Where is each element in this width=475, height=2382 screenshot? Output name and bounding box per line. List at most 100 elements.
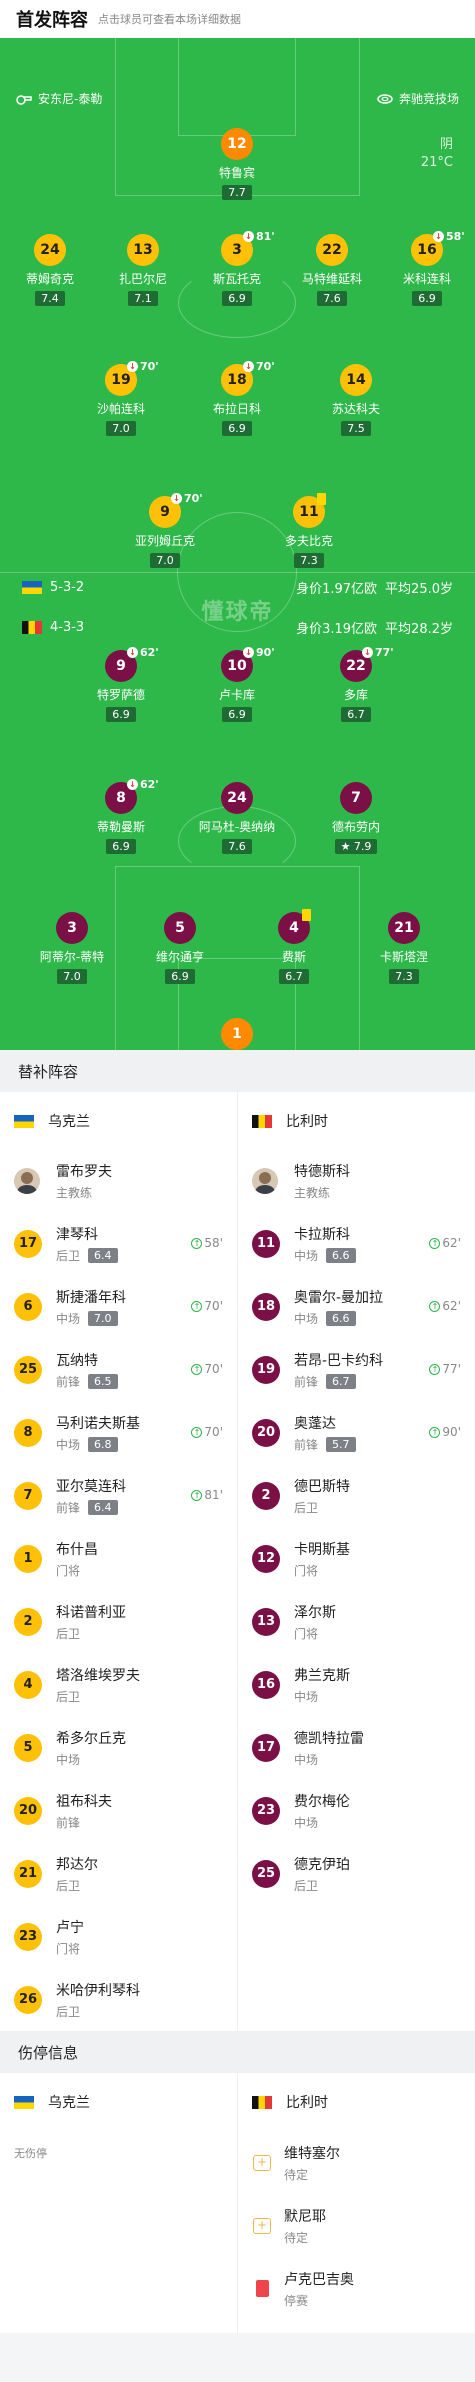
pitch-player[interactable]: 9 ↓ 70' 亚列姆丘克 7.0 bbox=[115, 492, 215, 568]
sub-on-marker: ↑ 62' bbox=[429, 1236, 461, 1250]
sub-position: 中场 bbox=[56, 1311, 81, 1326]
pitch-player[interactable]: 18 ↓ 70' 布拉日科 6.9 bbox=[187, 360, 287, 436]
sub-position: 中场 bbox=[56, 1437, 81, 1452]
sub-list-item[interactable]: 17 德凯特拉雷 中场 bbox=[238, 1716, 475, 1779]
sub-rating: 6.7 bbox=[326, 1373, 356, 1389]
sub-info: 米哈伊利琴科 后卫 bbox=[56, 1980, 140, 2020]
sub-list-item[interactable]: 17 津琴科 后卫 6.4 ↑ 58' bbox=[0, 1212, 237, 1275]
player-name: 卢卡库 bbox=[218, 688, 255, 702]
home-subs-column: 乌克兰 雷布罗夫 主教练 17 津琴科 后卫 6.4 ↑ 58' 6 斯捷潘年科 中场 7.0 ↑ 7… bbox=[0, 1092, 237, 2031]
pitch-player[interactable]: 24 阿马杜-奥纳纳 7.6 bbox=[187, 782, 287, 854]
sub-list-item[interactable]: 4 塔洛维埃罗夫 后卫 bbox=[0, 1653, 237, 1716]
sub-position: 后卫 bbox=[56, 1626, 81, 1641]
pitch-player[interactable]: 5 维尔通亨 6.9 bbox=[130, 912, 230, 984]
sub-off-icon: ↓ bbox=[127, 647, 138, 658]
pitch-player[interactable]: 14 苏达科夫 7.5 bbox=[306, 364, 406, 436]
sub-list-item[interactable]: 12 卡明斯基 门将 bbox=[238, 1527, 475, 1590]
player-name: 特鲁宾 bbox=[218, 166, 255, 180]
pitch-player[interactable]: 16 ↓ 58' 米科连科 6.9 bbox=[377, 230, 475, 306]
pitch-player[interactable]: 9 ↓ 62' 特罗萨德 6.9 bbox=[71, 646, 171, 722]
sub-name: 若昂-巴卡约科 bbox=[294, 1352, 384, 1369]
sub-number: 21 bbox=[14, 1859, 42, 1888]
sub-info: 科诺普利亚 后卫 bbox=[56, 1602, 126, 1642]
sub-list-item[interactable]: 19 若昂-巴卡约科 前锋 6.7 ↑ 77' bbox=[238, 1338, 475, 1401]
injury-info: 维特塞尔 待定 bbox=[284, 2143, 340, 2183]
sub-list-item[interactable]: 20 祖布科夫 前锋 bbox=[0, 1779, 237, 1842]
sub-list-item[interactable]: 25 瓦纳特 前锋 6.5 ↑ 70' bbox=[0, 1338, 237, 1401]
sub-list-item[interactable]: 23 卢宁 门将 bbox=[0, 1905, 237, 1968]
sub-list-item[interactable]: 16 弗兰克斯 中场 bbox=[238, 1653, 475, 1716]
sub-list-item[interactable]: 23 费尔梅伦 中场 bbox=[238, 1779, 475, 1842]
player-rating: 6.7 bbox=[341, 707, 371, 722]
sub-number: 23 bbox=[252, 1796, 280, 1825]
sub-position-row: 后卫 bbox=[294, 1877, 350, 1894]
medical-kit-shape: + bbox=[253, 2217, 271, 2234]
sub-name: 奥蓬达 bbox=[294, 1415, 336, 1432]
pitch-player[interactable]: 21 卡斯塔涅 7.3 bbox=[354, 912, 454, 984]
pitch-player[interactable]: 3 ↓ 81' 斯瓦托克 6.9 bbox=[187, 230, 287, 306]
pitch-player[interactable]: 8 ↓ 62' 蒂勒曼斯 6.9 bbox=[71, 778, 171, 854]
pitch-player[interactable]: 10 ↓ 90' 卢卡库 6.9 bbox=[187, 646, 287, 722]
sub-list-item[interactable]: 13 泽尔斯 门将 bbox=[238, 1590, 475, 1653]
sub-list-item[interactable]: 21 邦达尔 后卫 bbox=[0, 1842, 237, 1905]
pitch-player[interactable]: 11 多夫比克 7.3 bbox=[259, 493, 359, 568]
yellow-card-icon bbox=[302, 909, 311, 921]
pitch-player[interactable]: 4 费斯 6.7 bbox=[244, 909, 344, 984]
sub-list-item[interactable]: 1 布什昌 门将 bbox=[0, 1527, 237, 1590]
sub-list-item[interactable]: 7 亚尔莫连科 前锋 6.4 ↑ 81' bbox=[0, 1464, 237, 1527]
sub-list-item[interactable]: 11 卡拉斯科 中场 6.6 ↑ 62' bbox=[238, 1212, 475, 1275]
sub-position-row: 中场 bbox=[294, 1688, 350, 1705]
player-name: 卡斯塔涅 bbox=[379, 950, 428, 964]
sub-off-icon: ↓ bbox=[243, 647, 254, 658]
pitch-player[interactable]: 7 德布劳内 ★ 7.9 bbox=[306, 782, 406, 854]
pitch-player[interactable]: 1卡斯特尔斯7.6 bbox=[187, 1018, 287, 1050]
sub-info: 希多尔丘克 中场 bbox=[56, 1728, 126, 1768]
belgium-flag-icon bbox=[252, 2095, 272, 2109]
sub-off-minute: 90' bbox=[256, 646, 275, 659]
pitch-player[interactable]: 22 ↓ 77' 多库 6.7 bbox=[306, 646, 406, 722]
sub-position-row: 门将 bbox=[56, 1940, 84, 1957]
sub-info: 德凯特拉雷 中场 bbox=[294, 1728, 364, 1768]
pitch-player[interactable]: 13 扎巴尔尼 7.1 bbox=[93, 234, 193, 306]
red-card-shape bbox=[255, 2280, 269, 2297]
player-number: 9 ↓ 62' bbox=[105, 646, 159, 682]
sub-info: 弗兰克斯 中场 bbox=[294, 1665, 350, 1705]
injury-item[interactable]: 卢克巴吉奥 停赛 bbox=[238, 2257, 475, 2320]
sub-list-item[interactable]: 2 科诺普利亚 后卫 bbox=[0, 1590, 237, 1653]
away-coach[interactable]: 特德斯科 主教练 bbox=[238, 1150, 475, 1212]
sub-list-item[interactable]: 8 马利诺夫斯基 中场 6.8 ↑ 70' bbox=[0, 1401, 237, 1464]
sub-name: 卡拉斯科 bbox=[294, 1226, 350, 1243]
sub-on-icon: ↑ bbox=[191, 1300, 203, 1312]
sub-position-row: 中场 bbox=[294, 1751, 364, 1768]
sub-list-item[interactable]: 5 希多尔丘克 中场 bbox=[0, 1716, 237, 1779]
player-name: 米科连科 bbox=[402, 272, 451, 286]
player-rating: 7.3 bbox=[294, 553, 324, 568]
sub-position-row: 后卫 bbox=[56, 2003, 140, 2020]
injury-item[interactable]: + 默尼耶 待定 bbox=[238, 2194, 475, 2257]
player-rating: 6.9 bbox=[106, 839, 136, 854]
sub-list-item[interactable]: 26 米哈伊利琴科 后卫 bbox=[0, 1968, 237, 2031]
pitch-player[interactable]: 3 阿蒂尔-蒂特 7.0 bbox=[22, 912, 122, 984]
sub-list-item[interactable]: 2 德巴斯特 后卫 bbox=[238, 1464, 475, 1527]
sub-list-item[interactable]: 20 奥蓬达 前锋 5.7 ↑ 90' bbox=[238, 1401, 475, 1464]
pitch-player[interactable]: 19 ↓ 70' 沙帕连科 7.0 bbox=[71, 360, 171, 436]
sub-list-item[interactable]: 6 斯捷潘年科 中场 7.0 ↑ 70' bbox=[0, 1275, 237, 1338]
sub-number: 17 bbox=[252, 1733, 280, 1762]
player-rating: 7.0 bbox=[106, 421, 136, 436]
sub-list-item[interactable]: 18 奥雷尔-曼加拉 中场 6.6 ↑ 62' bbox=[238, 1275, 475, 1338]
pitch-player[interactable]: 22 马特维延科 7.6 bbox=[282, 234, 382, 306]
sub-list-item[interactable]: 25 德克伊珀 后卫 bbox=[238, 1842, 475, 1905]
home-coach[interactable]: 雷布罗夫 主教练 bbox=[0, 1150, 237, 1212]
sub-position-row: 门将 bbox=[294, 1625, 336, 1642]
pitch-player[interactable]: 12 特鲁宾 7.7 bbox=[187, 128, 287, 200]
pitch-player[interactable]: 24 蒂姆奇克 7.4 bbox=[0, 234, 100, 306]
sub-on-minute: 62' bbox=[442, 1236, 461, 1250]
injury-item[interactable]: + 维特塞尔 待定 bbox=[238, 2131, 475, 2194]
lineup-title: 首发阵容 bbox=[16, 10, 88, 31]
injured-player-name: 默尼耶 bbox=[284, 2208, 326, 2225]
sub-off-minute: 58' bbox=[446, 230, 465, 243]
ukraine-flag-icon bbox=[14, 1114, 34, 1128]
ukraine-flag-icon bbox=[22, 581, 42, 594]
sub-number: 20 bbox=[14, 1796, 42, 1825]
sub-info: 塔洛维埃罗夫 后卫 bbox=[56, 1665, 140, 1705]
